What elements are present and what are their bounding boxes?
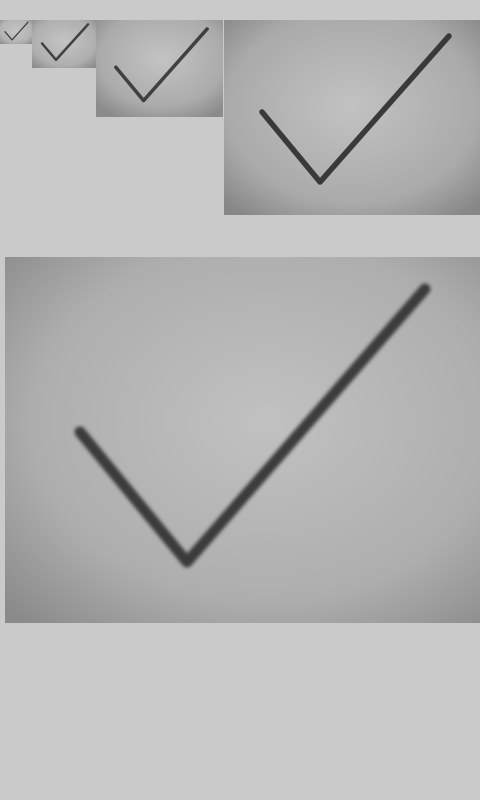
- thumbnail-2[interactable]: [32, 20, 96, 68]
- checkmark-icon: [96, 20, 223, 117]
- checkmark-icon: [32, 20, 96, 68]
- checkmark-icon: [5, 257, 480, 623]
- thumbnail-3[interactable]: [96, 20, 223, 117]
- thumbnail-1[interactable]: [0, 20, 32, 44]
- checkmark-icon: [0, 20, 32, 44]
- thumbnail-4[interactable]: [224, 20, 480, 215]
- checkmark-icon: [224, 20, 480, 215]
- image-preview[interactable]: [5, 257, 480, 623]
- app-screen: [0, 0, 480, 800]
